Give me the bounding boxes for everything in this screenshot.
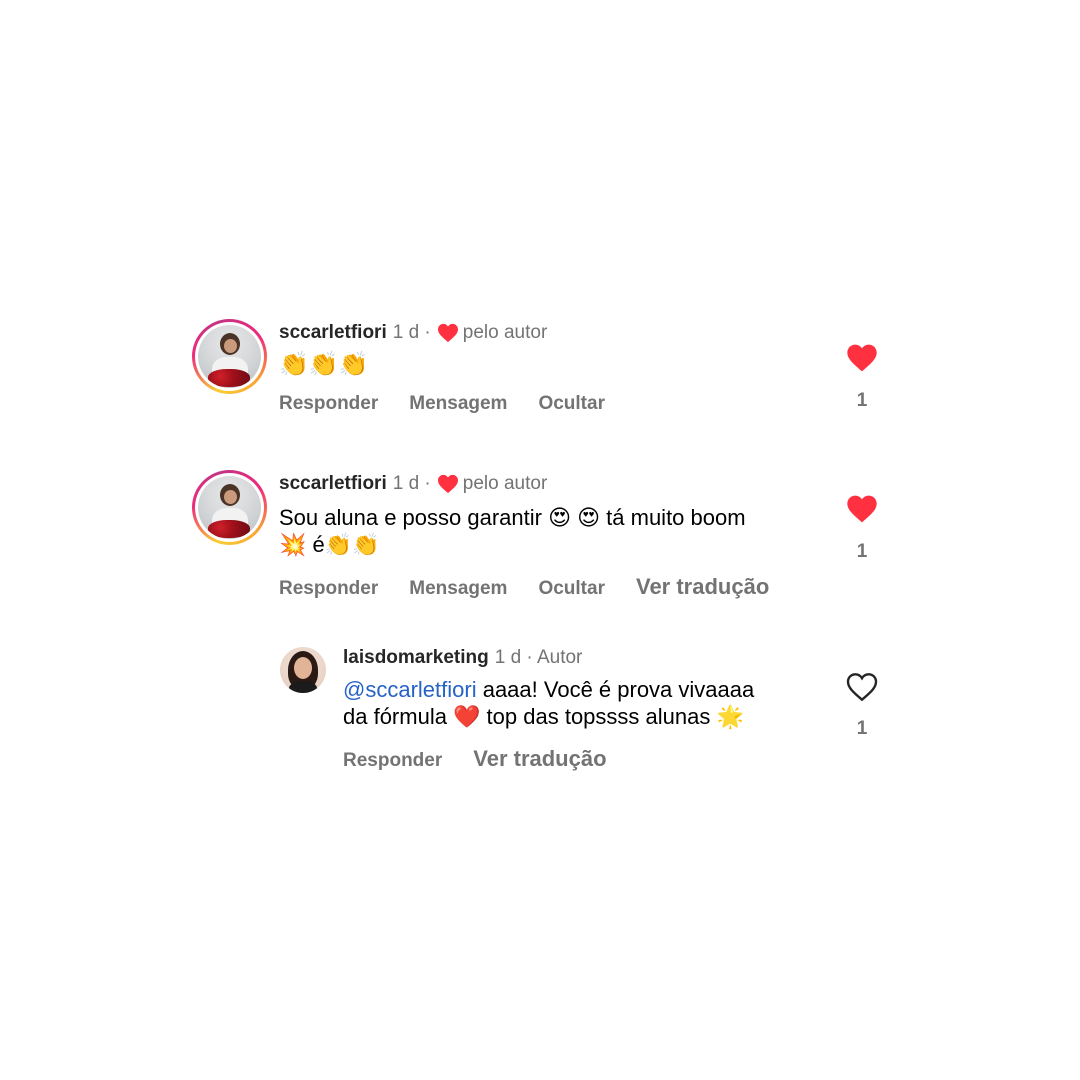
comment-username[interactable]: sccarletfiori: [279, 322, 387, 344]
like-count: 1: [856, 390, 868, 411]
reply-text-line2: da fórmula ❤️ top das topssss alunas 🌟: [343, 704, 744, 729]
comment-text-line1: Sou aluna e posso garantir 😍 😍 tá muito …: [279, 505, 746, 530]
like-count: 1: [856, 541, 868, 562]
see-translation-button[interactable]: Ver tradução: [473, 746, 606, 772]
comment-username[interactable]: sccarletfiori: [279, 473, 387, 495]
avatar-story-ring[interactable]: [192, 319, 267, 394]
message-button[interactable]: Mensagem: [409, 393, 507, 415]
comment-time: 1 d ·: [392, 322, 431, 343]
avatar-story-ring[interactable]: [192, 470, 267, 545]
heart-filled-icon[interactable]: [846, 494, 878, 524]
avatar: [198, 325, 261, 388]
reply-username[interactable]: laisdomarketing: [343, 647, 489, 669]
comment-time: 1 d ·: [392, 473, 431, 494]
comment-text: 👏👏👏: [279, 350, 369, 378]
heart-filled-icon[interactable]: [846, 343, 878, 373]
reply-text-rest: aaaa! Você é prova vivaaaa: [476, 677, 755, 702]
reply-button[interactable]: Responder: [343, 750, 442, 772]
reply-button[interactable]: Responder: [279, 578, 378, 600]
like-count: 1: [856, 718, 868, 739]
hide-button[interactable]: Ocultar: [538, 393, 605, 415]
heart-filled-icon: [437, 474, 458, 494]
heart-filled-icon: [437, 323, 458, 343]
message-button[interactable]: Mensagem: [409, 578, 507, 600]
mention-link[interactable]: @sccarletfiori: [343, 677, 477, 702]
see-translation-button[interactable]: Ver tradução: [636, 574, 769, 600]
avatar[interactable]: [280, 647, 326, 693]
hide-button[interactable]: Ocultar: [538, 578, 605, 600]
reply-text-line1: @sccarletfiori aaaa! Você é prova vivaaa…: [343, 676, 754, 703]
reply-time: 1 d · Autor: [494, 647, 583, 668]
avatar: [198, 476, 261, 539]
reply-button[interactable]: Responder: [279, 393, 378, 415]
comment-text-line2: 💥 é👏👏: [279, 532, 380, 557]
liked-by-author-label: pelo autor: [462, 322, 548, 343]
heart-outline-icon[interactable]: [846, 672, 878, 702]
liked-by-author-label: pelo autor: [462, 473, 548, 494]
